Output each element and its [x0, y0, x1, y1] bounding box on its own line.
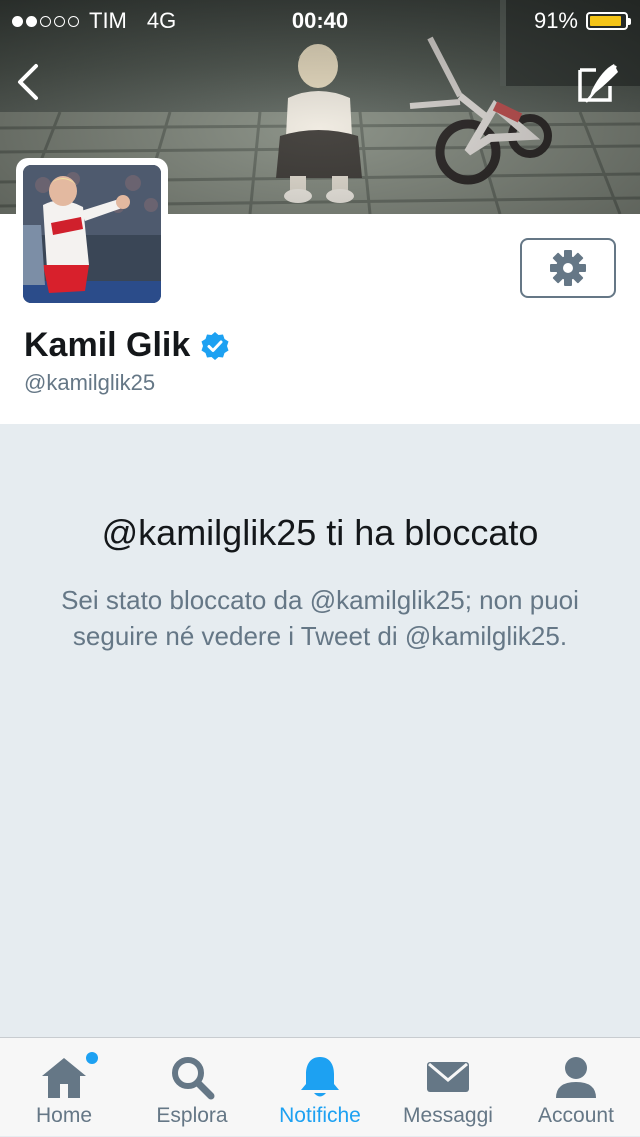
person-icon — [556, 1057, 596, 1098]
profile-handle: @kamilglik25 — [24, 370, 156, 395]
gear-icon — [550, 250, 586, 286]
battery-percent: 91% — [533, 8, 578, 33]
tab-home-label: Home — [35, 1104, 93, 1127]
search-icon — [172, 1057, 215, 1100]
tab-account[interactable]: Account — [512, 1038, 640, 1137]
compose-tweet-icon — [578, 64, 618, 103]
tab-notifiche-label: Notifiche — [279, 1104, 361, 1127]
envelope-icon — [427, 1062, 469, 1092]
settings-button[interactable] — [520, 238, 616, 298]
battery-icon — [586, 12, 631, 30]
blocked-title: @kamilglik25 ti ha bloccato — [101, 512, 539, 553]
back-button[interactable] — [12, 62, 48, 102]
avatar[interactable] — [16, 158, 168, 310]
tab-bar: Home Esplora Notifiche Messaggi Account — [0, 1037, 640, 1136]
home-icon — [42, 1058, 86, 1098]
profile-name-row: Kamil Glik — [24, 326, 230, 365]
status-bar: TIM 4G 00:40 91% — [0, 0, 640, 40]
compose-tweet-button[interactable] — [574, 60, 620, 106]
home-notification-dot — [86, 1052, 98, 1064]
profile-name: Kamil Glik — [24, 326, 191, 364]
tab-notifiche[interactable]: Notifiche — [256, 1038, 384, 1137]
tab-account-label: Account — [538, 1104, 614, 1127]
verified-badge-icon — [201, 331, 229, 360]
tab-esplora[interactable]: Esplora — [128, 1038, 256, 1137]
tab-messaggi-label: Messaggi — [403, 1104, 493, 1127]
avatar-photo — [23, 165, 161, 303]
tab-messaggi[interactable]: Messaggi — [384, 1038, 512, 1137]
tab-esplora-label: Esplora — [156, 1104, 228, 1127]
bell-icon — [301, 1057, 339, 1097]
blocked-description: Sei stato bloccato da @kamilglik25; non … — [61, 585, 579, 651]
tab-home[interactable]: Home — [0, 1038, 128, 1137]
chevron-left-icon — [18, 64, 38, 100]
